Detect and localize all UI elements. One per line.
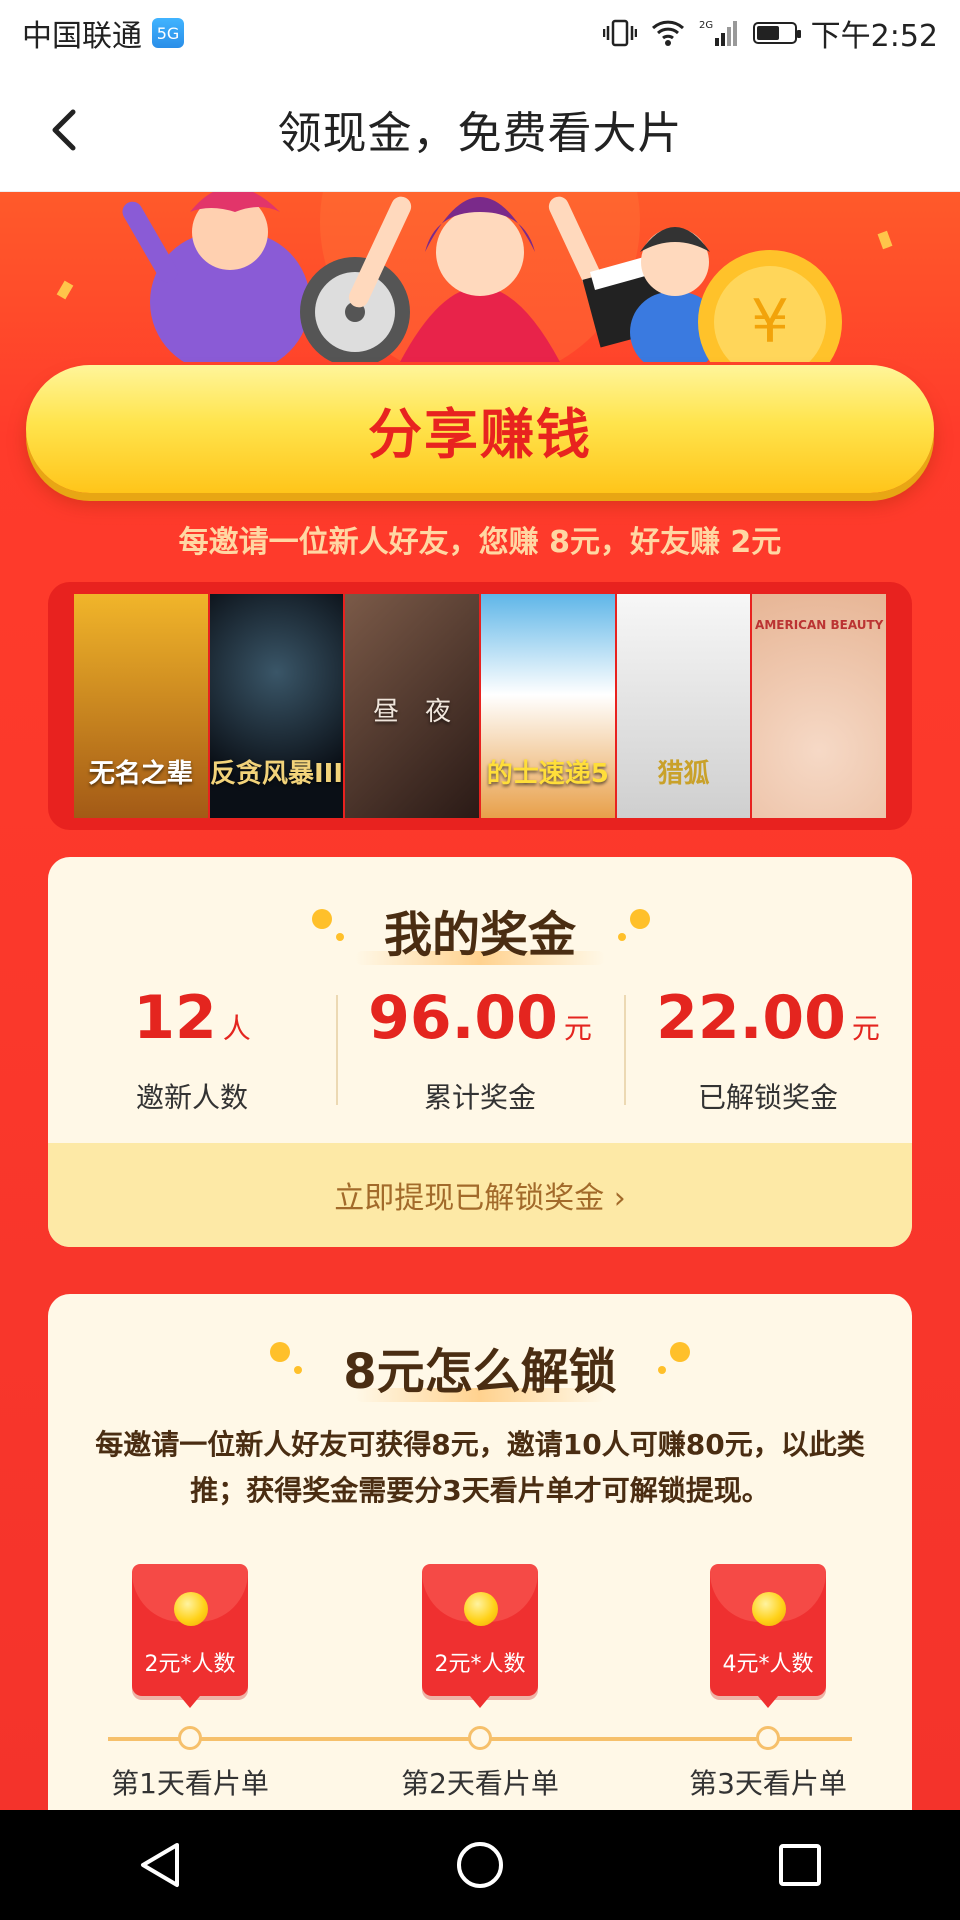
movie-poster[interactable]: AMERICAN BEAUTY (752, 594, 887, 818)
step-amount: 4元*人数 (722, 1652, 814, 1677)
chevron-left-icon (52, 109, 76, 151)
system-home-button[interactable] (440, 1825, 520, 1905)
step-label: 第1天看片单 (111, 1767, 269, 1800)
step-amount: 2元*人数 (144, 1652, 236, 1677)
movie-poster[interactable]: 反贪风暴III (209, 594, 344, 818)
svg-text:¥: ¥ (751, 287, 789, 357)
stat-label: 累计奖金 (423, 1081, 536, 1114)
step-label: 第3天看片单 (689, 1767, 847, 1800)
movie-poster[interactable]: 无名之辈 (74, 594, 208, 818)
triangle-back-icon (141, 1843, 179, 1887)
movie-poster[interactable]: 昼 夜 (345, 594, 480, 818)
timeline-node (178, 1726, 202, 1750)
stat-value: 12 人 (133, 983, 251, 1053)
share-earn-label: 分享赚钱 (368, 402, 592, 466)
bonus-title: 我的奖金 (383, 907, 576, 963)
unlock-step: 4元*人数 第3天看片单 (668, 1564, 868, 1800)
unlock-step: 2元*人数 第2天看片单 (380, 1564, 580, 1800)
carrier-name: 中国联通 (22, 19, 142, 54)
stat-label: 邀新人数 (135, 1081, 248, 1114)
network-type: 2G (699, 20, 713, 31)
clock: 下午2:52 (810, 19, 938, 54)
red-envelope-icon: 2元*人数 (132, 1564, 248, 1708)
movie-poster-title: AMERICAN BEAUTY (755, 618, 884, 632)
circle-home-icon (457, 1842, 503, 1888)
total-bonus-stat: 96.00 元 累计奖金 (336, 985, 624, 1125)
status-bar: 中国联通 5G 2G 下午2:52 (0, 0, 960, 66)
invite-reward-tip: 每邀请一位新人好友，您赚 8元，好友赚 2元 (178, 525, 782, 560)
wifi-icon (651, 19, 685, 47)
system-recents-button[interactable] (760, 1825, 840, 1905)
unlock-description: 每邀请一位新人好友可获得8元，邀请10人可赚80元，以此类推；获得奖金需要分3天… (95, 1428, 865, 1507)
timeline-node (756, 1726, 780, 1750)
stat-label: 已解锁奖金 (697, 1081, 838, 1114)
movie-poster-title: 反贪风暴III (209, 759, 344, 789)
my-bonus-card: 我的奖金 12 人 邀新人数 96.00 元 累计奖金 22.00 元 已解锁奖金 立… (48, 857, 912, 1247)
status-right: 2G 下午2:52 (602, 11, 938, 55)
movie-poster-title: 猎狐 (657, 759, 710, 789)
vibrate-icon (602, 18, 637, 48)
unlock-title: 8元怎么解锁 (343, 1344, 617, 1400)
bonus-stats: 12 人 邀新人数 96.00 元 累计奖金 22.00 元 已解锁奖金 (48, 985, 912, 1125)
square-recents-icon (779, 1844, 821, 1886)
movie-poster-strip: 无名之辈 反贪风暴III 昼 夜 的士速递5 猎狐 AMERICAN BEAUT… (48, 582, 912, 830)
movie-poster[interactable]: 的士速递5 (481, 594, 615, 818)
carrier-badge-icon: 5G (152, 18, 184, 48)
red-envelope-icon: 2元*人数 (422, 1564, 538, 1708)
system-back-button[interactable] (120, 1825, 200, 1905)
page-title: 领现金，免费看大片 (277, 107, 683, 159)
status-left: 中国联通 5G (22, 11, 184, 55)
movie-poster-title: 无名之辈 (88, 759, 193, 789)
hero-illustration: ¥ (56, 192, 893, 362)
unlock-steps: 2元*人数 第1天看片单 2元*人数 第2天看片单 4元*人数 第3天看片单 (48, 1564, 912, 1804)
movie-poster-title: 的士速递5 (486, 759, 609, 789)
withdraw-unlocked-bonus-link[interactable]: 立即提现已解锁奖金 › (48, 1143, 912, 1247)
unlocked-bonus-stat: 22.00 元 已解锁奖金 (624, 985, 912, 1125)
back-button[interactable] (32, 98, 96, 162)
movie-poster-title: 昼 夜 (373, 697, 452, 727)
title-bar: 领现金，免费看大片 (0, 66, 960, 192)
share-earn-button[interactable]: 分享赚钱 (26, 365, 934, 493)
unlock-step: 2元*人数 第1天看片单 (90, 1564, 290, 1800)
battery-icon (752, 22, 801, 44)
signal-icon: 2G (699, 18, 739, 48)
invite-count-stat: 12 人 邀新人数 (48, 985, 336, 1125)
unlock-heading: 8元怎么解锁 (48, 1332, 912, 1402)
movie-poster[interactable]: 猎狐 (616, 594, 751, 818)
system-navigation-bar (0, 1810, 960, 1920)
bonus-heading: 我的奖金 (48, 895, 912, 965)
unlock-guide-card: 8元怎么解锁 每邀请一位新人好友可获得8元，邀请10人可赚80元，以此类推；获得… (48, 1294, 912, 1810)
main-content: ¥ 分享赚钱 每邀请一位新人好友，您赚 8元，好友赚 2元 无名之辈 反贪风暴I… (0, 192, 960, 1810)
step-amount: 2元*人数 (434, 1652, 526, 1677)
stat-value: 96.00 元 (368, 983, 592, 1053)
red-envelope-icon: 4元*人数 (710, 1564, 826, 1708)
timeline-node (468, 1726, 492, 1750)
stat-value: 22.00 元 (656, 983, 880, 1053)
step-label: 第2天看片单 (401, 1767, 559, 1800)
